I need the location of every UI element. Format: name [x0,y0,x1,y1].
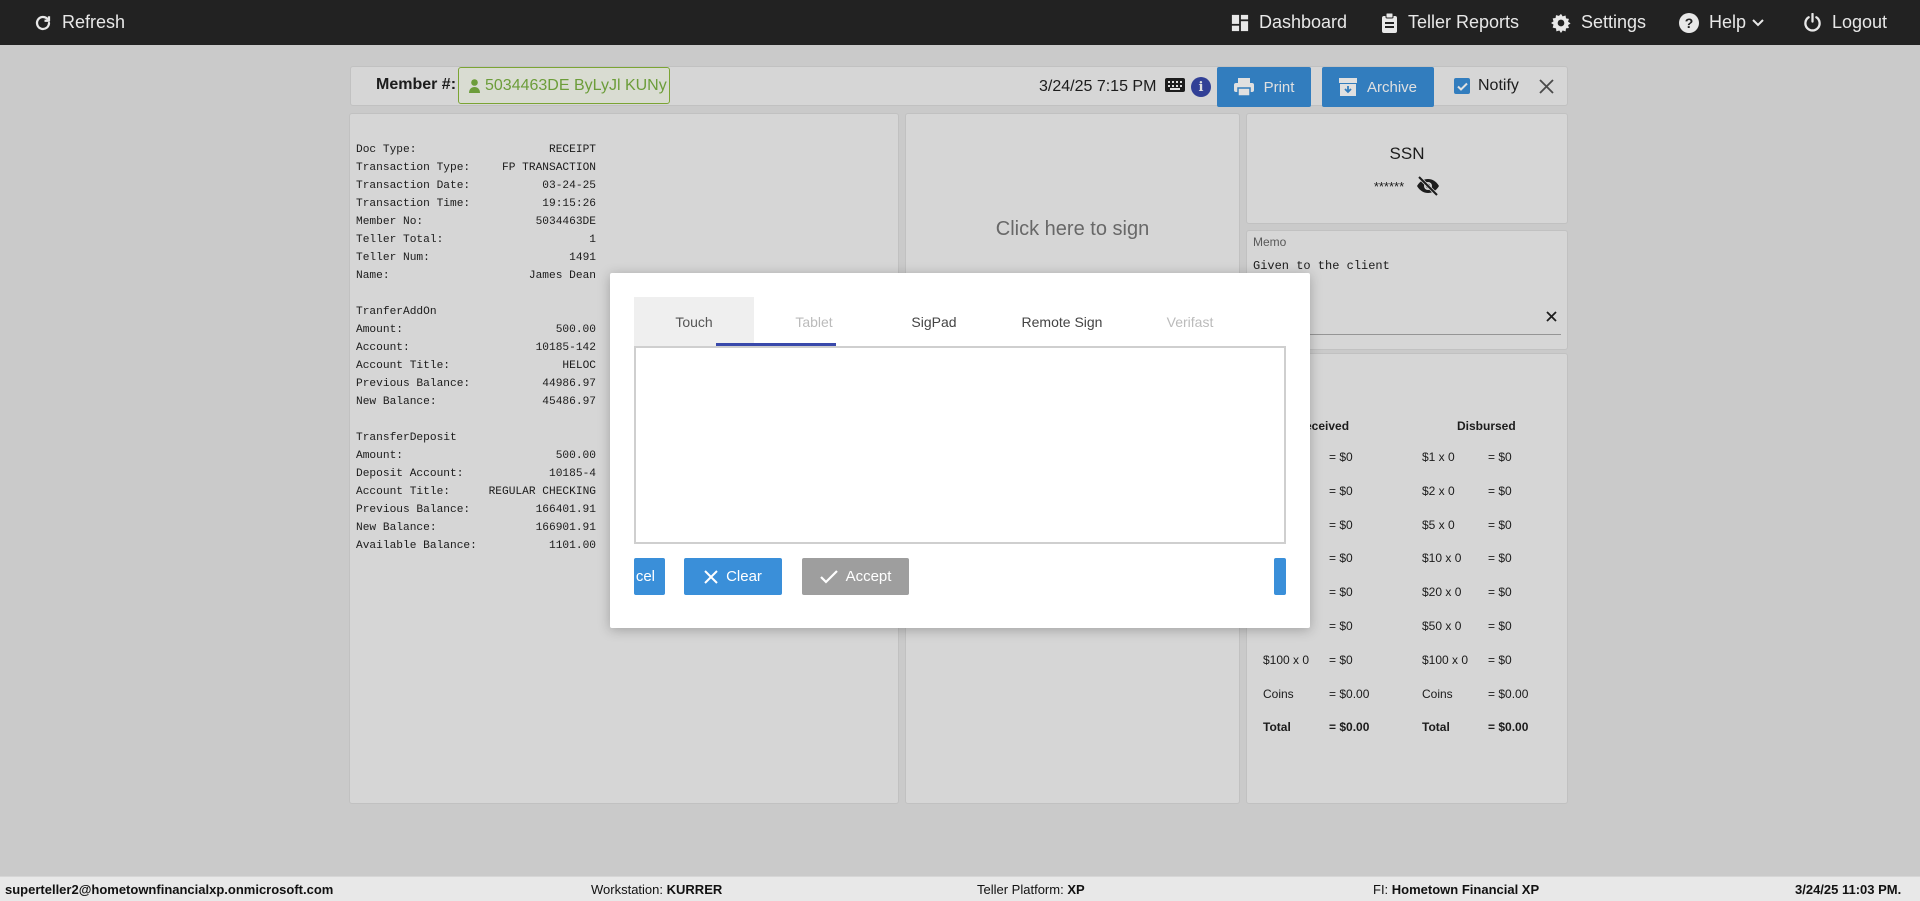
tab-remote-sign[interactable]: Remote Sign [994,297,1130,347]
logout-label: Logout [1832,12,1888,32]
question-circle-icon: ? [1679,12,1699,33]
accept-button[interactable]: Accept [802,558,909,595]
tab-tablet[interactable]: Tablet [754,297,874,347]
tab-touch[interactable]: Touch [634,297,754,347]
tab-verifast[interactable]: Verifast [1130,297,1250,347]
status-bar: superteller2@hometownfinancialxp.onmicro… [0,876,1920,901]
cancel-button[interactable]: cel [634,558,665,595]
close-icon [704,569,718,584]
refresh-icon [35,15,51,30]
settings-link[interactable]: Settings [1551,0,1646,45]
accept-label: Accept [845,568,892,585]
teller-reports-link[interactable]: Teller Reports [1381,0,1519,45]
dashboard-label: Dashboard [1259,12,1348,32]
settings-label: Settings [1581,12,1647,32]
refresh-label: Refresh [62,12,126,32]
signature-canvas[interactable] [634,346,1286,544]
help-menu[interactable]: ? Help [1679,0,1764,45]
cancel-label: cel [635,568,655,585]
footer-platform: Teller Platform: XP [977,882,1085,897]
footer-fi: FI: Hometown Financial XP [1373,882,1540,897]
check-icon [819,569,838,584]
gear-icon [1551,13,1571,33]
footer-datetime: 3/24/25 11:03 PM. [1795,882,1902,897]
dashboard-link[interactable]: Dashboard [1231,0,1347,45]
help-label: Help [1709,12,1747,32]
clear-label: Clear [726,568,762,585]
logout-link[interactable]: Logout [1803,0,1887,45]
power-icon [1804,13,1821,32]
clear-button[interactable]: Clear [684,558,782,595]
footer-user: superteller2@hometownfinancialxp.onmicro… [5,882,334,897]
signature-modal: Touch Tablet SigPad Remote Sign Verifast… [610,273,1310,628]
chevron-down-icon [1752,18,1764,26]
footer-workstation: Workstation: KURRER [591,882,723,897]
svg-text:?: ? [1685,15,1694,31]
tab-sigpad[interactable]: SigPad [874,297,994,347]
modal-right-button[interactable] [1274,558,1286,595]
top-navbar: Refresh Dashboard Teller Reports Setting… [0,0,1920,45]
clipboard-icon [1382,12,1397,33]
teller-reports-label: Teller Reports [1408,12,1520,32]
dashboard-icon [1231,14,1249,31]
refresh-button[interactable]: Refresh [34,0,125,45]
